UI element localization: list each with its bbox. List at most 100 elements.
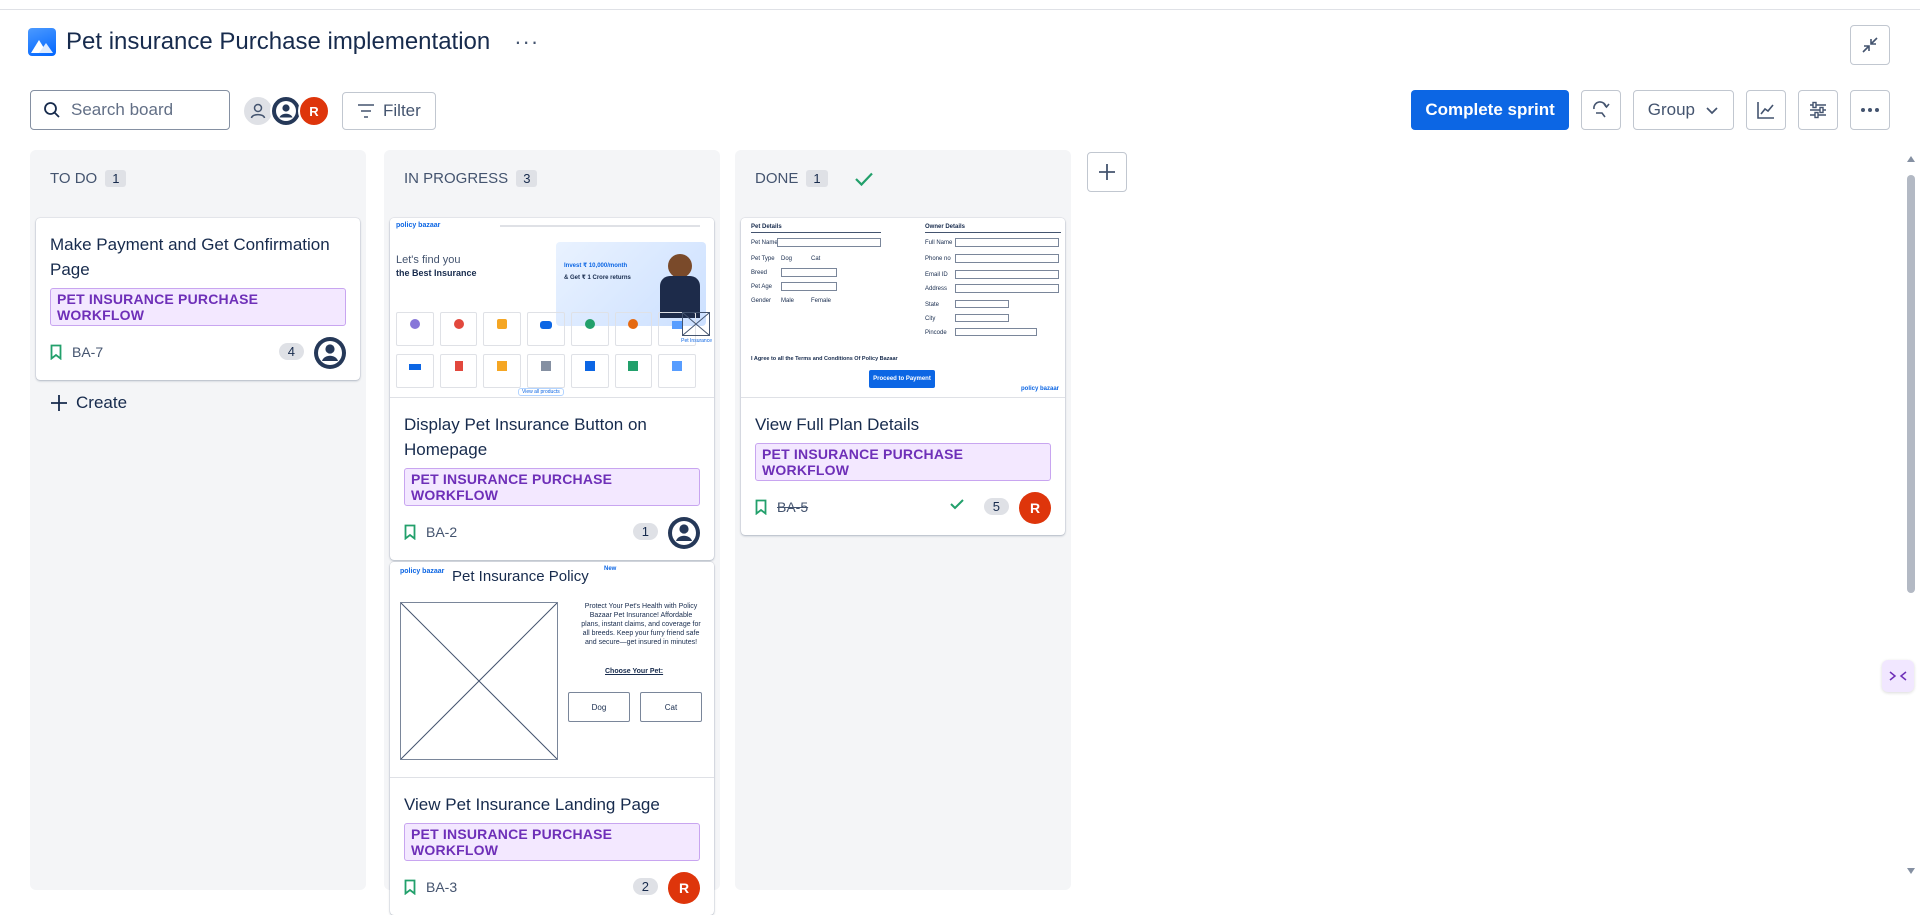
column-header: DONE 1 <box>755 170 874 187</box>
group-label: Group <box>1647 100 1695 119</box>
thumb-field-label: State <box>925 302 940 308</box>
scroll-down-icon <box>1907 868 1915 874</box>
thumb-input <box>955 238 1059 247</box>
chevron-down-icon <box>1706 107 1718 115</box>
thumb-field-label: Phone no <box>925 256 951 262</box>
epic-label[interactable]: PET INSURANCE PURCHASE WORKFLOW <box>50 288 346 326</box>
thumb-pet-tile-label: Pet Insurance <box>681 338 712 344</box>
story-bookmark-icon <box>404 879 416 895</box>
plus-icon <box>51 395 67 411</box>
view-settings-button[interactable] <box>1798 90 1838 130</box>
thumb-landing-title: Pet Insurance Policy <box>452 568 589 585</box>
thumb-field-label: Pet Type <box>751 256 775 262</box>
issue-count: 1 <box>105 170 127 187</box>
sprint-refresh-button[interactable] <box>1580 90 1621 130</box>
issue-card-ba5[interactable]: Pet Details Owner Details Pet Name Pet T… <box>741 218 1065 535</box>
card-title: Display Pet Insurance Button on Homepage <box>404 415 647 459</box>
thumb-select <box>955 300 1009 308</box>
story-bookmark-icon <box>755 499 767 515</box>
assignee-avatar[interactable] <box>668 517 700 549</box>
thumb-dog-option: Dog <box>568 692 630 722</box>
issue-card-ba3[interactable]: policy bazaar Pet Insurance Policy New P… <box>390 562 714 915</box>
assignee-avatar[interactable]: R <box>668 872 700 904</box>
thumb-promo-2: & Get ₹ 1 Crore returns <box>564 275 631 281</box>
story-points: 2 <box>632 878 658 895</box>
more-icon <box>1861 108 1879 112</box>
column-in-progress: IN PROGRESS 3 policy bazaar Let's find y… <box>384 150 720 915</box>
thumb-proceed-button: Proceed to Payment <box>869 370 935 388</box>
thumb-input <box>955 270 1059 279</box>
assignee-avatar[interactable]: R <box>1019 492 1051 524</box>
create-label: Create <box>76 393 128 412</box>
complete-sprint-button[interactable]: Complete sprint <box>1411 90 1569 130</box>
search-icon <box>44 102 60 118</box>
plus-icon <box>1099 164 1115 180</box>
thumb-pet-tile <box>682 312 710 336</box>
thumb-field-label: Pincode <box>925 330 947 336</box>
insights-button[interactable] <box>1746 90 1786 130</box>
issue-key[interactable]: BA-5 <box>777 499 808 515</box>
issue-card-ba7[interactable]: Make Payment and Get Confirmation Page P… <box>36 218 360 380</box>
thumb-tile-grid <box>396 312 696 392</box>
thumb-owner-details: Owner Details <box>925 224 966 230</box>
group-dropdown[interactable]: Group <box>1632 90 1734 130</box>
line-chart-icon <box>1757 102 1774 119</box>
board-toolbar: R Filter Complete sprint Group <box>30 90 1890 130</box>
column-header: IN PROGRESS 3 <box>404 170 538 187</box>
card-footer: BA-2 1 <box>404 516 700 549</box>
issue-card-ba2[interactable]: policy bazaar Let's find you the Best In… <box>390 218 714 560</box>
collapse-button[interactable] <box>1850 25 1890 65</box>
story-points: 1 <box>632 523 658 540</box>
search-input[interactable] <box>71 100 221 120</box>
vertical-scrollbar[interactable] <box>1906 155 1916 875</box>
thumb-description: Protect Your Pet's Health with Policy Ba… <box>581 603 701 646</box>
issue-key[interactable]: BA-2 <box>426 524 457 540</box>
issue-key[interactable]: BA-3 <box>426 879 457 895</box>
thumb-field-label: Full Name <box>925 240 953 246</box>
filter-icon <box>358 104 374 118</box>
thumb-pet-details: Pet Details <box>751 224 782 230</box>
thumb-field-label: City <box>925 316 936 322</box>
thumb-cat-option: Cat <box>640 692 702 722</box>
thumb-brand: policy bazaar <box>400 568 445 575</box>
thumb-input <box>955 284 1059 293</box>
page-title: Pet insurance Purchase implementation <box>66 28 491 55</box>
search-board[interactable] <box>30 90 230 130</box>
scrollbar-thumb[interactable] <box>1907 175 1915 593</box>
done-check-icon <box>950 499 964 510</box>
more-actions-button[interactable]: ··· <box>514 29 539 55</box>
thumb-field-label: Pet Age <box>751 284 773 290</box>
card-footer: BA-7 4 <box>50 336 346 369</box>
filter-button[interactable]: Filter <box>342 92 436 130</box>
thumb-field-label: Address <box>925 286 948 292</box>
epic-label[interactable]: PET INSURANCE PURCHASE WORKFLOW <box>404 823 700 861</box>
thumb-person-head <box>668 254 692 278</box>
epic-label[interactable]: PET INSURANCE PURCHASE WORKFLOW <box>404 468 700 506</box>
card-footer: BA-3 2 R <box>404 871 700 904</box>
assistant-widget-button[interactable] <box>1882 660 1914 692</box>
thumb-headline-1: Let's find you <box>396 254 461 266</box>
thumb-brand: policy bazaar <box>396 222 441 229</box>
epic-label[interactable]: PET INSURANCE PURCHASE WORKFLOW <box>755 443 1051 481</box>
thumb-input <box>955 254 1059 263</box>
column-header: TO DO 1 <box>50 170 127 187</box>
card-cover-image-homepage: policy bazaar Let's find you the Best In… <box>390 218 714 398</box>
thumb-field-label: Gender <box>751 298 772 304</box>
person-icon <box>250 103 266 119</box>
create-issue-button[interactable]: Create <box>50 393 127 413</box>
board-more-button[interactable] <box>1850 90 1890 130</box>
issue-key[interactable]: BA-7 <box>72 344 103 360</box>
avatar-user-r[interactable]: R <box>298 95 330 127</box>
card-footer: BA-5 5 R <box>755 491 1051 524</box>
thumb-input <box>955 328 1037 336</box>
thumb-field-label: Breed <box>751 270 768 276</box>
thumb-radio-cat: Cat <box>811 256 821 262</box>
issue-count: 3 <box>516 170 538 187</box>
card-cover-image-landing: policy bazaar Pet Insurance Policy New P… <box>390 562 714 778</box>
thumb-select <box>781 282 837 291</box>
thumb-select <box>781 268 837 277</box>
assignee-avatar[interactable] <box>314 337 346 369</box>
thumb-promo-1: Invest ₹ 10,000/month <box>564 263 628 269</box>
thumb-brand: policy bazaar <box>1020 386 1059 392</box>
add-column-button[interactable] <box>1087 152 1127 192</box>
